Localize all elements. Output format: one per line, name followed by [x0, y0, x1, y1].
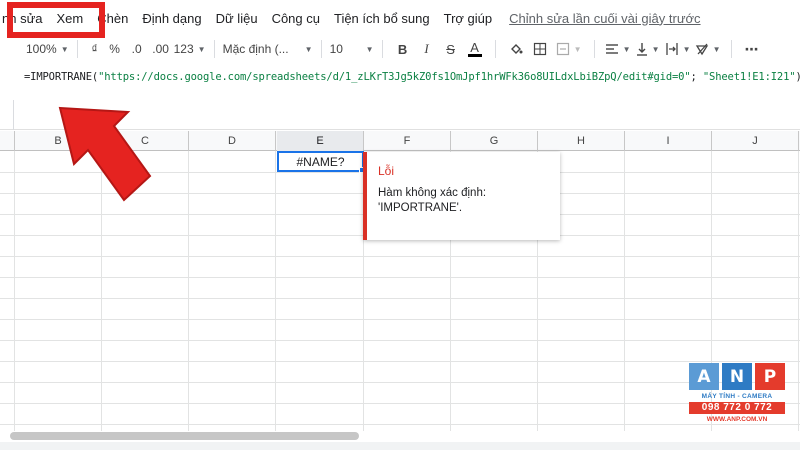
toolbar-divider [213, 40, 215, 58]
column-gridline [188, 151, 189, 431]
text-rotation-icon[interactable]: ▼ [693, 38, 723, 60]
chevron-down-icon: ▼ [712, 44, 721, 54]
toolbar-divider [76, 40, 78, 58]
font-family-select[interactable]: Mặc định (... ▼ [223, 38, 313, 60]
menu-help[interactable]: Trợ giúp [437, 11, 500, 26]
more-formats-button[interactable]: 123 ▼ [174, 38, 206, 60]
text-color-label: A [470, 40, 479, 55]
text-color-button[interactable]: A [463, 38, 487, 60]
menu-bar: nh sửa Xem Chèn Định dạng Dữ liệu Công c… [0, 0, 800, 36]
column-header-e[interactable]: E [277, 131, 364, 151]
text-color-swatch [467, 54, 482, 57]
merge-cells-icon[interactable]: ▼ [552, 38, 586, 60]
toolbar-divider [320, 40, 322, 58]
row-gridline [0, 277, 800, 278]
chevron-down-icon: ▼ [60, 44, 69, 54]
currency-format-button[interactable]: ₫ [86, 38, 104, 60]
logo-letter-p: P [755, 363, 785, 390]
chevron-down-icon: ▼ [682, 44, 691, 54]
toolbar-left-edge [0, 38, 12, 60]
more-formats-label: 123 [173, 42, 194, 56]
formula-url-string: "https://docs.google.com/spreadsheets/d/… [98, 71, 691, 83]
column-header-j[interactable]: J [712, 131, 799, 151]
column-gridline [14, 151, 15, 431]
toolbar-divider [730, 40, 732, 58]
column-header-partial[interactable] [0, 131, 15, 151]
bold-button[interactable]: B [391, 38, 415, 60]
row-gridline [0, 403, 800, 404]
row-gridline [0, 256, 800, 257]
row-gridline [0, 424, 800, 425]
zoom-select[interactable]: 100% ▼ [26, 38, 69, 60]
borders-icon[interactable] [528, 38, 552, 60]
red-arrow-icon [58, 106, 152, 202]
toolbar-divider [494, 40, 496, 58]
chevron-down-icon: ▼ [651, 44, 660, 54]
italic-button[interactable]: I [415, 38, 439, 60]
zoom-value: 100% [26, 42, 57, 56]
chevron-down-icon: ▼ [622, 44, 631, 54]
more-options-icon[interactable]: ⋯ [740, 38, 764, 60]
column-header-d[interactable]: D [189, 131, 276, 151]
anp-watermark-logo: A N P MÁY TÍNH - CAMERA 098 772 0 772 WW… [689, 363, 785, 435]
toolbar-divider [593, 40, 595, 58]
row-gridline [0, 361, 800, 362]
logo-letter-a: A [689, 363, 719, 390]
chevron-down-icon: ▼ [573, 44, 582, 54]
chevron-down-icon: ▼ [365, 44, 374, 54]
menu-extensions[interactable]: Tiện ích bổ sung [327, 11, 437, 26]
row-gridline [0, 382, 800, 383]
column-gridline [275, 151, 276, 431]
horizontal-align-icon[interactable]: ▼ [603, 38, 633, 60]
chevron-down-icon: ▼ [304, 44, 313, 54]
vertical-align-icon[interactable]: ▼ [633, 38, 663, 60]
font-size-select[interactable]: 10 ▼ [330, 38, 374, 60]
horizontal-scrollbar[interactable] [10, 432, 359, 440]
menu-tools[interactable]: Công cụ [265, 11, 327, 26]
row-gridline [0, 340, 800, 341]
column-gridline [624, 151, 625, 431]
formula-input[interactable]: =IMPORTRANE("https://docs.google.com/spr… [24, 71, 800, 83]
last-edit-link[interactable]: Chỉnh sửa lần cuối vài giây trước [509, 11, 700, 26]
menu-format[interactable]: Định dạng [135, 11, 208, 26]
text-wrap-icon[interactable]: ▼ [663, 38, 693, 60]
row-gridline [0, 298, 800, 299]
formula-close-paren: ) [795, 71, 800, 83]
font-size-value: 10 [329, 42, 343, 56]
chevron-down-icon: ▼ [197, 44, 206, 54]
row-gridline [0, 319, 800, 320]
logo-website: WWW.ANP.COM.VN [706, 416, 768, 423]
toolbar-divider [381, 40, 383, 58]
toolbar: 100% ▼ ₫ % .0 .00 123 ▼ Mặc định (... ▼ … [0, 36, 800, 62]
increase-decimal-button[interactable]: .00 [148, 38, 174, 60]
strikethrough-button[interactable]: S [439, 38, 463, 60]
column-header-h[interactable]: H [538, 131, 625, 151]
logo-letter-n: N [722, 363, 752, 390]
error-title: Lỗi [378, 164, 395, 178]
formula-function: =IMPORTRANE( [24, 71, 99, 83]
error-tooltip: Lỗi Hàm không xác định: 'IMPORTRANE'. [363, 152, 560, 240]
formula-divider [13, 100, 14, 130]
error-message: Hàm không xác định: 'IMPORTRANE'. [378, 187, 487, 214]
sheet-tabs-bar [0, 442, 800, 450]
formula-range-string: "Sheet1!E1:I21" [702, 71, 796, 83]
active-cell[interactable]: #NAME? [277, 151, 364, 172]
highlight-box [7, 2, 105, 38]
column-header-f[interactable]: F [364, 131, 451, 151]
formula-separator: ; [690, 71, 703, 83]
logo-tagline: MÁY TÍNH - CAMERA [701, 393, 773, 400]
percent-format-button[interactable]: % [104, 38, 126, 60]
fill-color-icon[interactable] [504, 38, 528, 60]
column-header-g[interactable]: G [451, 131, 538, 151]
column-header-i[interactable]: I [625, 131, 712, 151]
decrease-decimal-button[interactable]: .0 [126, 38, 148, 60]
logo-phone: 098 772 0 772 [689, 402, 785, 414]
font-family-value: Mặc định (... [222, 42, 289, 56]
menu-data[interactable]: Dữ liệu [209, 11, 265, 26]
column-gridline [798, 151, 799, 431]
